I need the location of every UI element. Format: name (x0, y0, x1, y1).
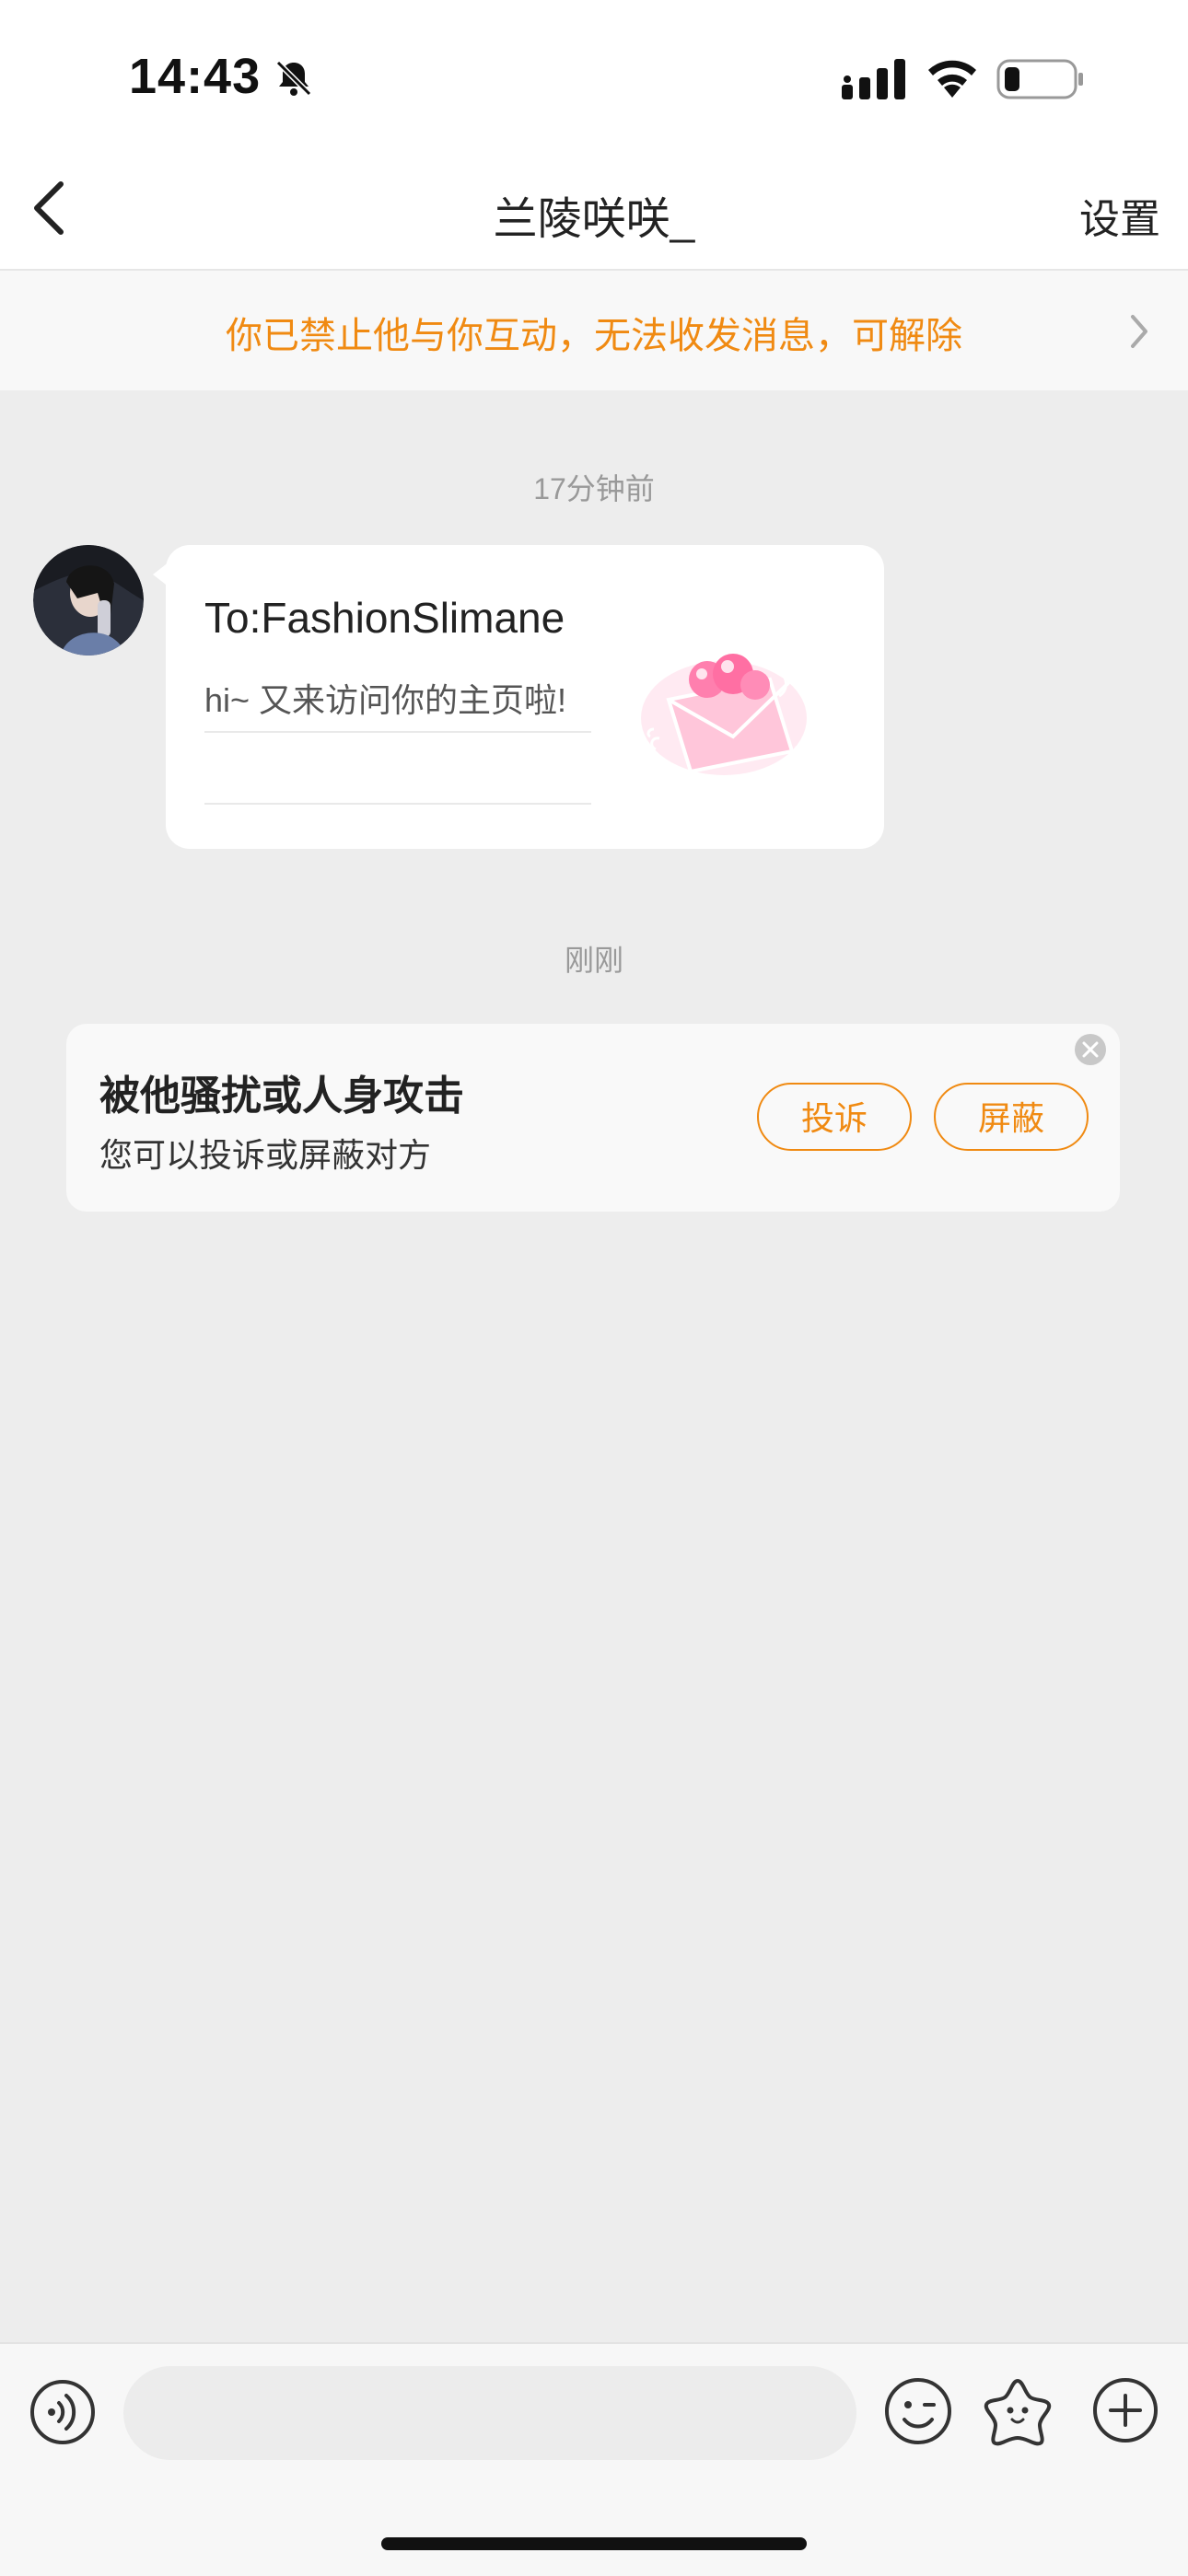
plus-icon[interactable] (1092, 2377, 1159, 2443)
pink-envelope-hearts-icon (641, 654, 809, 775)
card-divider (204, 803, 591, 805)
voice-icon[interactable] (29, 2379, 96, 2445)
wifi-icon (928, 60, 976, 98)
chevron-right-icon[interactable] (1125, 309, 1153, 354)
sticker-star-icon[interactable] (982, 2375, 1054, 2447)
blocked-banner-text[interactable]: 你已禁止他与你互动，无法收发消息，可解除 (0, 306, 1188, 359)
avatar[interactable] (33, 545, 144, 656)
emoji-icon[interactable] (884, 2377, 952, 2445)
battery-icon (996, 59, 1083, 99)
card-recipient: To:FashionSlimane (204, 594, 565, 642)
message-input[interactable] (123, 2366, 856, 2460)
block-button[interactable]: 屏蔽 (934, 1083, 1089, 1151)
page-title: 兰陵咲咲_ (493, 195, 695, 244)
card-message: hi~ 又来访问你的主页啦! (204, 681, 567, 719)
home-indicator[interactable] (381, 2537, 807, 2550)
status-time: 14:43 (129, 49, 262, 104)
harassment-subtitle: 您可以投诉或屏蔽对方 (99, 1136, 432, 1174)
complain-button[interactable]: 投诉 (757, 1083, 912, 1151)
cellular-signal-icon (842, 59, 905, 99)
settings-button[interactable]: 设置 (1079, 186, 1160, 245)
harassment-title: 被他骚扰或人身攻击 (99, 1073, 464, 1119)
bell-slash-icon (275, 60, 312, 97)
close-circle-icon[interactable] (1074, 1033, 1107, 1066)
message-timestamp: 17分钟前 (533, 472, 655, 505)
message-timestamp: 刚刚 (564, 944, 623, 977)
card-divider (204, 731, 591, 733)
